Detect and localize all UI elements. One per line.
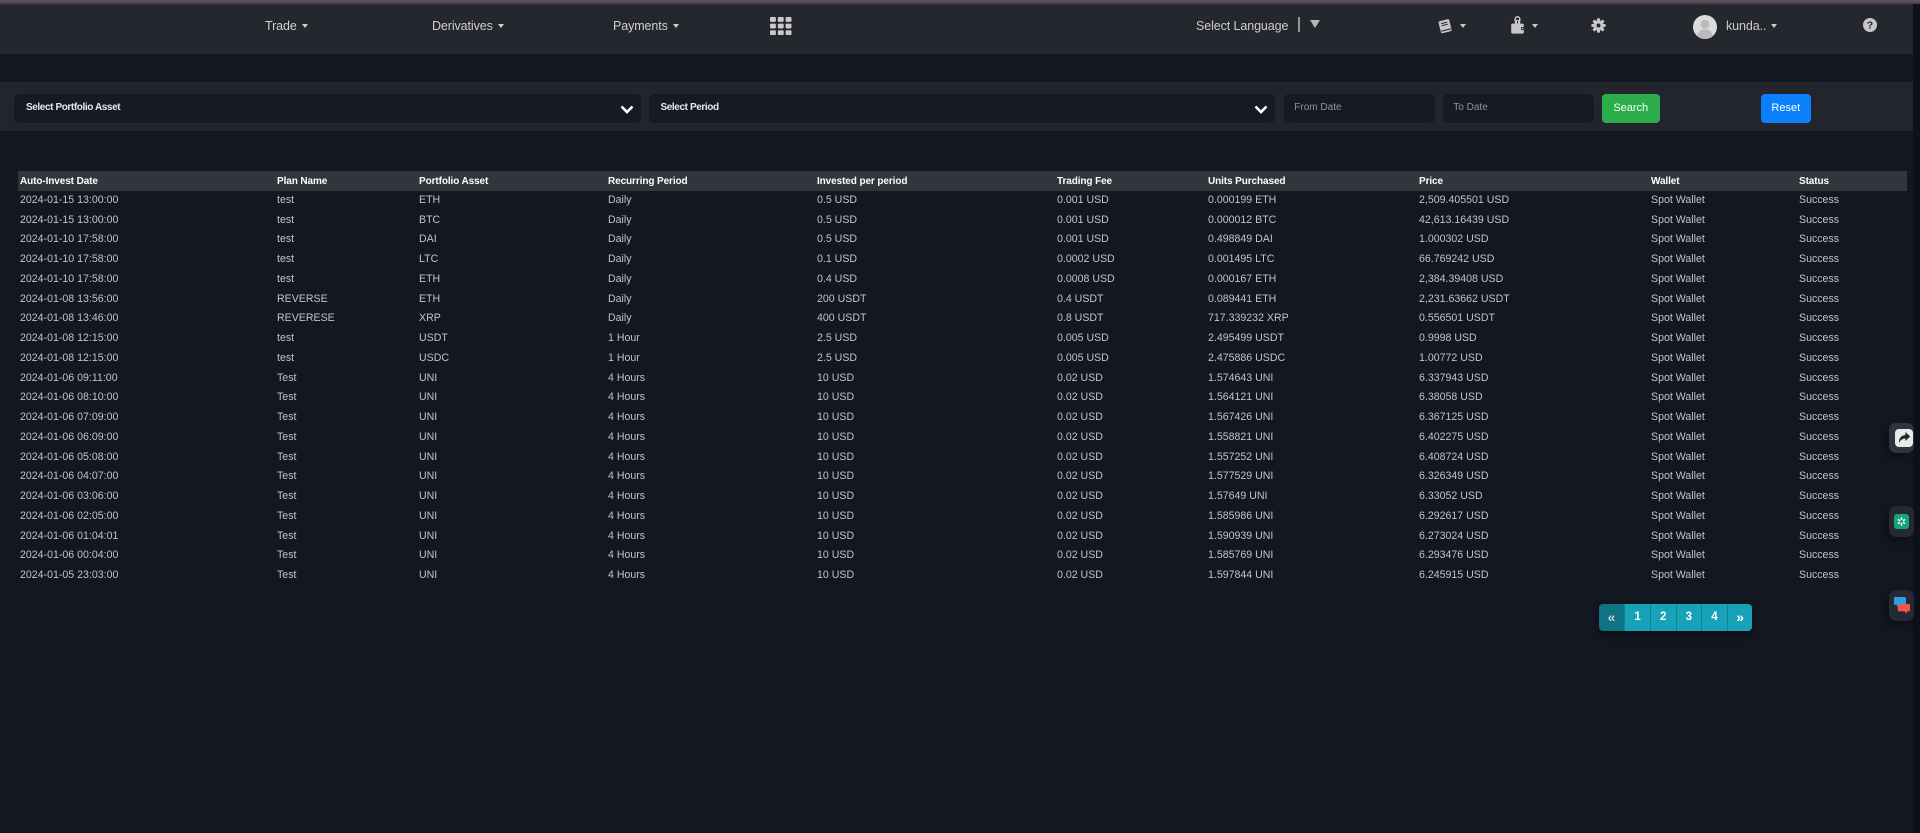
svg-text:?: ?	[1867, 20, 1873, 32]
